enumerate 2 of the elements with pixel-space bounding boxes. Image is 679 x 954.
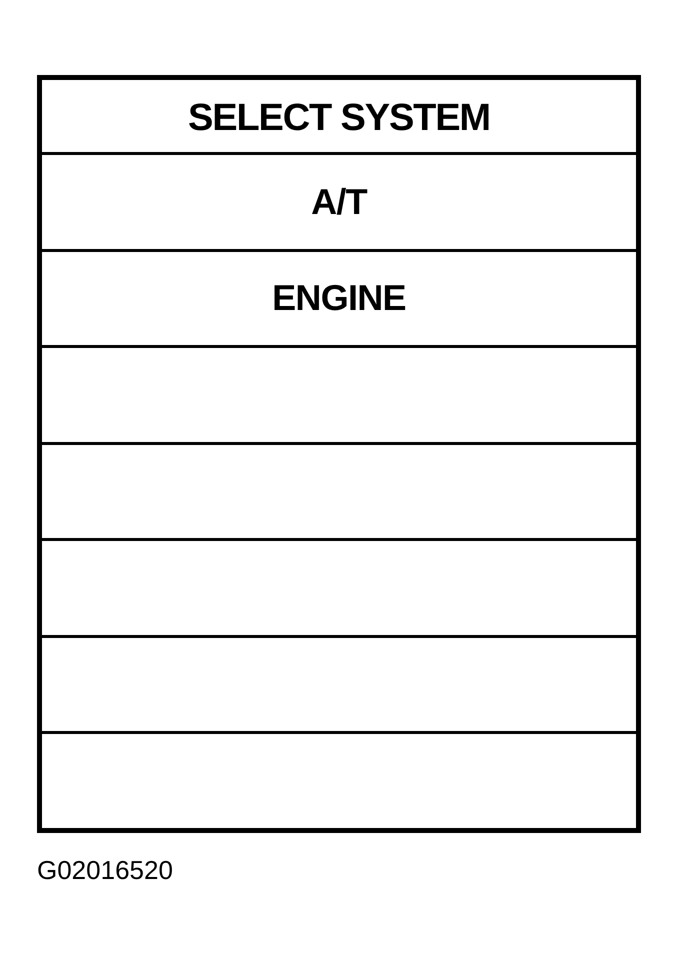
screen-title: SELECT SYSTEM [188,96,490,138]
figure-code: G02016520 [37,855,173,885]
